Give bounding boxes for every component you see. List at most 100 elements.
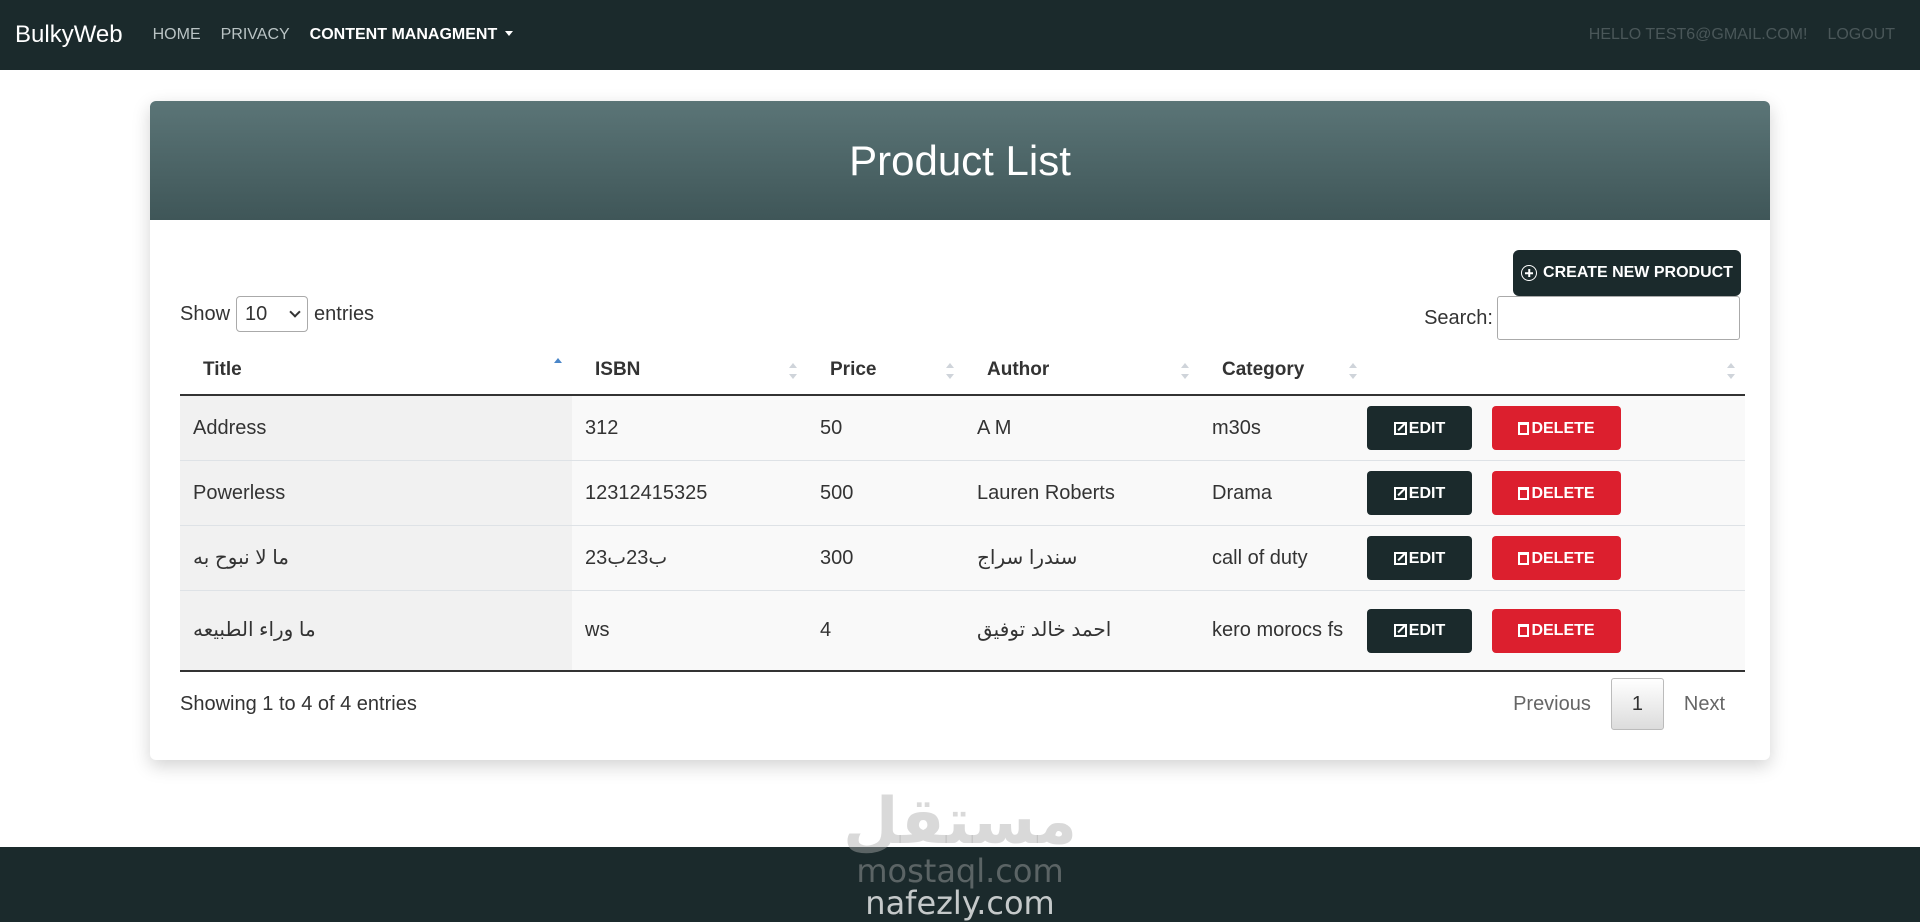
delete-button[interactable]: DELETE	[1492, 608, 1621, 653]
edit-icon	[1393, 551, 1407, 565]
sort-icon	[1181, 363, 1189, 379]
cell-title: ما وراء الطبيعه	[180, 591, 572, 670]
table-row: Powerless 12312415325 500 Lauren Roberts…	[180, 461, 1745, 526]
delete-label: DELETE	[1531, 484, 1595, 502]
edit-button[interactable]: EDIT	[1367, 536, 1472, 580]
pagination-page[interactable]: 1	[1610, 678, 1664, 730]
page-title: Product List	[849, 136, 1071, 184]
sort-asc-icon	[554, 358, 562, 374]
cell-author: سندرا سراج	[977, 546, 1078, 569]
nav-right: HELLO TEST6@GMAIL.COM! LOGOUT	[1569, 0, 1895, 70]
column-header-author[interactable]: Author	[964, 346, 1199, 394]
search-label: Search:	[1424, 306, 1493, 329]
user-greeting[interactable]: HELLO TEST6@GMAIL.COM!	[1589, 26, 1808, 44]
cell-category: call of duty	[1212, 546, 1308, 569]
cell-isbn: 12312415325	[585, 481, 708, 504]
delete-label: DELETE	[1531, 622, 1595, 639]
edit-label: EDIT	[1408, 419, 1446, 437]
cell-price: 300	[820, 546, 854, 569]
column-header-actions[interactable]	[1367, 346, 1745, 394]
cell-price: 500	[820, 481, 854, 504]
brand-link[interactable]: BulkyWeb	[15, 21, 123, 49]
sort-icon	[789, 363, 797, 379]
cell-author: احمد خالد توفيق	[977, 619, 1112, 641]
logout-link[interactable]: LOGOUT	[1827, 26, 1895, 44]
product-card: Product List CREATE NEW PRODUCT Show 10 …	[150, 101, 1770, 760]
trash-icon	[1518, 421, 1530, 435]
column-header-isbn[interactable]: ISBN	[572, 346, 807, 394]
search-input[interactable]	[1497, 296, 1740, 340]
column-header-price[interactable]: Price	[807, 346, 964, 394]
pagination: Previous 1 Next	[1493, 678, 1745, 730]
column-author-label: Author	[987, 359, 1050, 380]
edit-label: EDIT	[1408, 622, 1446, 639]
table-row: Address 312 50 A M m30s EDIT DELETE	[180, 396, 1745, 461]
watermark-mostaql: mostaql.com	[856, 852, 1064, 890]
cell-category: Drama	[1212, 481, 1273, 504]
entries-select-value: 10	[245, 302, 268, 325]
edit-button[interactable]: EDIT	[1367, 406, 1472, 450]
edit-label: EDIT	[1408, 549, 1446, 567]
sort-icon	[946, 363, 954, 379]
edit-icon	[1393, 421, 1407, 435]
cell-actions: EDIT DELETE	[1367, 461, 1745, 525]
product-table: Title ISBN Price Author Category Address…	[180, 346, 1745, 672]
cell-isbn: ب23ب23	[585, 546, 668, 569]
delete-button[interactable]: DELETE	[1492, 536, 1621, 580]
table-row: ما لا نبوح به ب23ب23 300 سندرا سراج call…	[180, 526, 1745, 591]
edit-label: EDIT	[1408, 484, 1446, 502]
nav-home[interactable]: HOME	[153, 26, 201, 44]
trash-icon	[1518, 624, 1530, 637]
entries-select[interactable]: 10	[236, 296, 309, 332]
edit-button[interactable]: EDIT	[1367, 608, 1472, 653]
watermark: مستقل mostaql.com nafezly.com	[840, 790, 1080, 922]
column-category-label: Category	[1222, 359, 1305, 380]
nav-content-management-label: CONTENT MANAGMENT	[309, 26, 498, 43]
column-title-label: Title	[203, 359, 242, 380]
cell-price: 50	[820, 416, 843, 439]
edit-icon	[1393, 624, 1407, 637]
cell-category: kero morocs fs	[1212, 619, 1344, 641]
create-product-button[interactable]: CREATE NEW PRODUCT	[1513, 250, 1741, 296]
watermark-nafezly: nafezly.com	[865, 884, 1055, 922]
pagination-next[interactable]: Next	[1664, 678, 1745, 730]
table-info: Showing 1 to 4 of 4 entries	[180, 693, 417, 715]
table-header: Title ISBN Price Author Category	[180, 346, 1745, 396]
cell-author: A M	[977, 416, 1012, 439]
column-header-title[interactable]: Title	[180, 346, 572, 394]
chevron-down-icon	[289, 306, 301, 318]
delete-label: DELETE	[1531, 419, 1595, 437]
create-product-label: CREATE NEW PRODUCT	[1543, 264, 1733, 281]
column-price-label: Price	[830, 359, 877, 380]
search-control: Search:	[1424, 296, 1740, 340]
show-label: Show	[180, 302, 231, 325]
edit-icon	[1393, 486, 1407, 500]
pagination-previous[interactable]: Previous	[1493, 678, 1611, 730]
cell-actions: EDIT DELETE	[1367, 591, 1745, 670]
cell-title: Powerless	[180, 461, 572, 525]
nav-privacy[interactable]: PRIVACY	[221, 26, 290, 44]
delete-button[interactable]: DELETE	[1492, 406, 1621, 450]
column-header-category[interactable]: Category	[1199, 346, 1367, 394]
cell-author: Lauren Roberts	[977, 481, 1115, 504]
delete-button[interactable]: DELETE	[1492, 471, 1621, 515]
trash-icon	[1518, 486, 1530, 500]
plus-circle-icon	[1521, 265, 1538, 281]
entries-length-control: Show 10 entries	[180, 296, 374, 332]
table-row: ما وراء الطبيعه ws 4 احمد خالد توفيق ker…	[180, 591, 1745, 672]
nav-content-management[interactable]: CONTENT MANAGMENT	[310, 26, 514, 44]
card-header: Product List	[150, 101, 1770, 220]
sort-icon	[1727, 363, 1735, 379]
caret-down-icon	[505, 31, 514, 36]
entries-label: entries	[314, 302, 375, 325]
cell-price: 4	[820, 619, 832, 641]
cell-isbn: ws	[585, 619, 610, 641]
cell-actions: EDIT DELETE	[1367, 396, 1745, 460]
cell-isbn: 312	[585, 416, 619, 439]
cell-category: m30s	[1212, 416, 1261, 439]
cell-title: ما لا نبوح به	[180, 526, 572, 590]
delete-label: DELETE	[1531, 549, 1595, 567]
sort-icon	[1349, 363, 1357, 379]
cell-actions: EDIT DELETE	[1367, 526, 1745, 590]
edit-button[interactable]: EDIT	[1367, 471, 1472, 515]
